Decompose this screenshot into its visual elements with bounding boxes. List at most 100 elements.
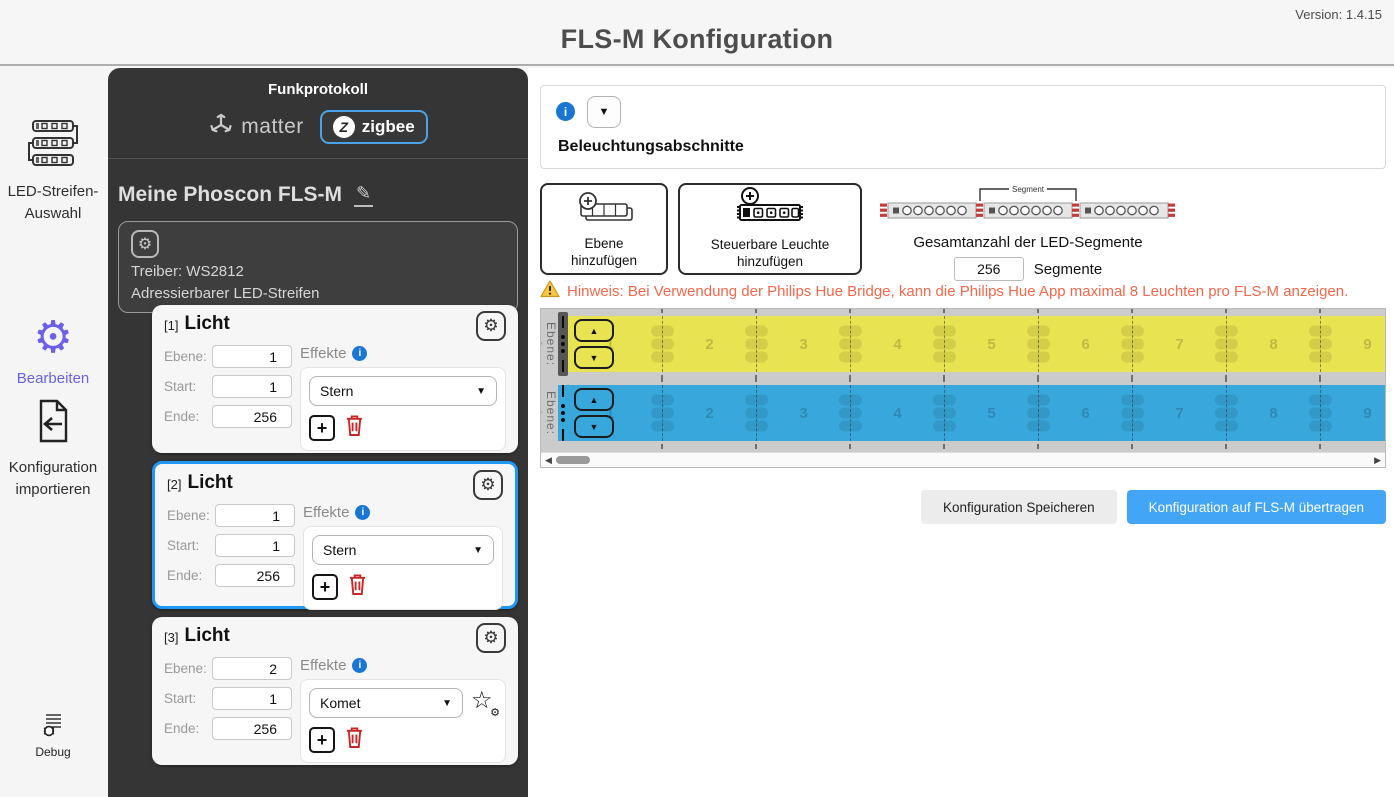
add-effect-button[interactable]: +	[309, 415, 335, 441]
light-title: Licht	[187, 472, 233, 493]
sidebar-item-bearbeiten[interactable]: ⚙ Bearbeiten	[0, 316, 106, 390]
zigbee-option-selected[interactable]: Z zigbee	[319, 110, 428, 144]
sidebar-item-led-streifen-auswahl[interactable]: LED-Streifen-Auswahl	[0, 118, 106, 225]
sidebar-item-label: Bearbeiten	[16, 370, 90, 387]
strip-segment-number: 7	[1175, 404, 1184, 422]
light-card-list: [1] Licht ⚙ Ebene: Start: Ende: Effekte …	[108, 305, 528, 773]
solder-pads	[745, 394, 768, 432]
sidebar-item-konfiguration-importieren[interactable]: Konfiguration importieren	[0, 398, 106, 501]
scrollbar-thumb[interactable]	[555, 456, 590, 464]
info-icon[interactable]: i	[352, 346, 368, 361]
effect-select[interactable]: Stern ▼	[309, 376, 497, 406]
scroll-left-icon[interactable]: ◀	[545, 455, 552, 465]
gear-icon[interactable]: ⚙	[131, 230, 159, 258]
led-strips-icon	[25, 118, 81, 173]
move-ebene-down-button[interactable]: ▼	[574, 346, 614, 369]
save-configuration-button[interactable]: Konfiguration Speicheren	[921, 490, 1117, 524]
light-card-1[interactable]: [1] Licht ⚙ Ebene: Start: Ende: Effekte …	[152, 305, 518, 453]
move-ebene-up-button[interactable]: ▲	[574, 319, 614, 342]
page-title: FLS-M Konfiguration	[560, 24, 834, 54]
ende-input[interactable]	[212, 717, 292, 740]
add-leuchte-label: Steuerbare Leuchte hinzufügen	[710, 237, 830, 269]
led-strip: 1 2 3 4 5 6 7 8 9 ▲ ▼	[558, 377, 1385, 449]
main-content: i ▼ Beleuchtungsabschnitte Ebene hinzufü…	[528, 68, 1394, 797]
debug-icon	[41, 712, 65, 743]
light-settings-button[interactable]: ⚙	[473, 470, 503, 500]
start-input[interactable]	[212, 687, 292, 710]
sidebar-item-debug[interactable]: Debug	[0, 712, 106, 759]
trash-icon[interactable]	[348, 573, 367, 601]
strip-segment-number: 3	[799, 335, 808, 353]
led-strip-visualization: Ebene: 2 1 2 3 4 5 6 7 8 9 ▲ ▼ Ebene: 1 1 2 3 4 5 6 7 8 9 ▲ ▼ ◀…	[540, 308, 1386, 468]
strip-connector	[558, 381, 568, 445]
info-icon[interactable]: i	[556, 102, 575, 121]
light-title: Licht	[184, 313, 230, 334]
matter-option[interactable]: matter	[208, 112, 304, 143]
ebene-input[interactable]	[212, 657, 292, 680]
light-index: [3]	[164, 630, 179, 645]
trash-icon[interactable]	[345, 414, 364, 442]
section-collapse-button[interactable]: ▼	[587, 96, 621, 128]
solder-pads	[839, 325, 862, 363]
solder-pads	[651, 394, 674, 432]
config-panel: Funkprotokoll matter Z zigbee Meine Phos…	[108, 68, 528, 797]
info-icon[interactable]: i	[355, 505, 371, 520]
zigbee-icon: Z	[332, 116, 355, 138]
beleuchtungsabschnitte-section: i ▼ Beleuchtungsabschnitte	[540, 85, 1386, 169]
trash-icon[interactable]	[345, 726, 364, 754]
strip-segment-number: 6	[1081, 335, 1090, 353]
driver-card[interactable]: ⚙ Treiber: WS2812 Adressierbarer LED-Str…	[118, 221, 518, 313]
ebene-input[interactable]	[212, 345, 292, 368]
ende-input[interactable]	[215, 564, 295, 587]
start-label: Start:	[164, 379, 197, 394]
transfer-configuration-button[interactable]: Konfiguration auf FLS-M übertragen	[1126, 490, 1386, 524]
move-ebene-up-button[interactable]: ▲	[574, 388, 614, 411]
effect-select[interactable]: Stern ▼	[312, 535, 494, 565]
strip-segment: 8	[1227, 309, 1332, 380]
add-ebene-label: Ebene hinzufügen	[570, 236, 638, 268]
driver-name: Treiber: WS2812	[131, 263, 244, 280]
strip-row-label: Ebene: 2	[541, 321, 558, 367]
total-segments-input[interactable]	[953, 257, 1024, 281]
strip-segment-number: 8	[1269, 404, 1278, 422]
strip-segment-number: 6	[1081, 404, 1090, 422]
light-title: Licht	[184, 625, 230, 646]
strip-segment: 4	[851, 377, 956, 449]
led-strip: 1 2 3 4 5 6 7 8 9 ▲ ▼	[558, 309, 1385, 380]
add-effect-button[interactable]: +	[312, 574, 338, 600]
light-settings-button[interactable]: ⚙	[476, 623, 506, 653]
light-settings-button[interactable]: ⚙	[476, 311, 506, 341]
move-ebene-down-button[interactable]: ▼	[574, 415, 614, 438]
strip-segment: 3	[757, 377, 862, 449]
zigbee-label: zigbee	[361, 117, 415, 136]
strip-segment: 3	[757, 309, 862, 380]
solder-pads	[1309, 325, 1332, 363]
strip-row-label: Ebene: 1	[541, 390, 558, 436]
start-input[interactable]	[212, 375, 292, 398]
horizontal-scrollbar[interactable]: ◀ ▶	[541, 452, 1385, 467]
strip-segment-number: 3	[799, 404, 808, 422]
light-card-3[interactable]: [3] Licht ⚙ Ebene: Start: Ende: Effekte …	[152, 617, 518, 765]
effect-select[interactable]: Komet ▼	[309, 688, 463, 718]
sidebar-item-label: LED-Streifen-Auswahl	[7, 183, 99, 222]
strip-segment: 5	[945, 309, 1050, 380]
strip-segment: 8	[1227, 377, 1332, 449]
light-card-2[interactable]: [2] Licht ⚙ Ebene: Start: Ende: Effekte …	[152, 461, 518, 610]
effect-favorite-settings-icon[interactable]: ☆ ⚙	[471, 687, 500, 719]
edit-name-icon[interactable]: ✎	[354, 183, 374, 207]
solder-pads	[1027, 394, 1050, 432]
add-leuchte-button[interactable]: Steuerbare Leuchte hinzufügen	[678, 183, 862, 275]
add-ebene-button[interactable]: Ebene hinzufügen	[540, 183, 668, 275]
add-effect-button[interactable]: +	[309, 727, 335, 753]
info-icon[interactable]: i	[352, 658, 368, 673]
ende-input[interactable]	[212, 405, 292, 428]
strip-segment: 5	[945, 377, 1050, 449]
solder-pads	[839, 394, 862, 432]
start-input[interactable]	[215, 534, 295, 557]
scroll-right-icon[interactable]: ▶	[1374, 455, 1381, 465]
ebene-input[interactable]	[215, 504, 295, 527]
effekte-label: Effekte	[300, 345, 347, 362]
divider	[108, 158, 528, 159]
solder-pads	[1215, 394, 1238, 432]
device-name: Meine Phoscon FLS-M	[118, 183, 343, 206]
